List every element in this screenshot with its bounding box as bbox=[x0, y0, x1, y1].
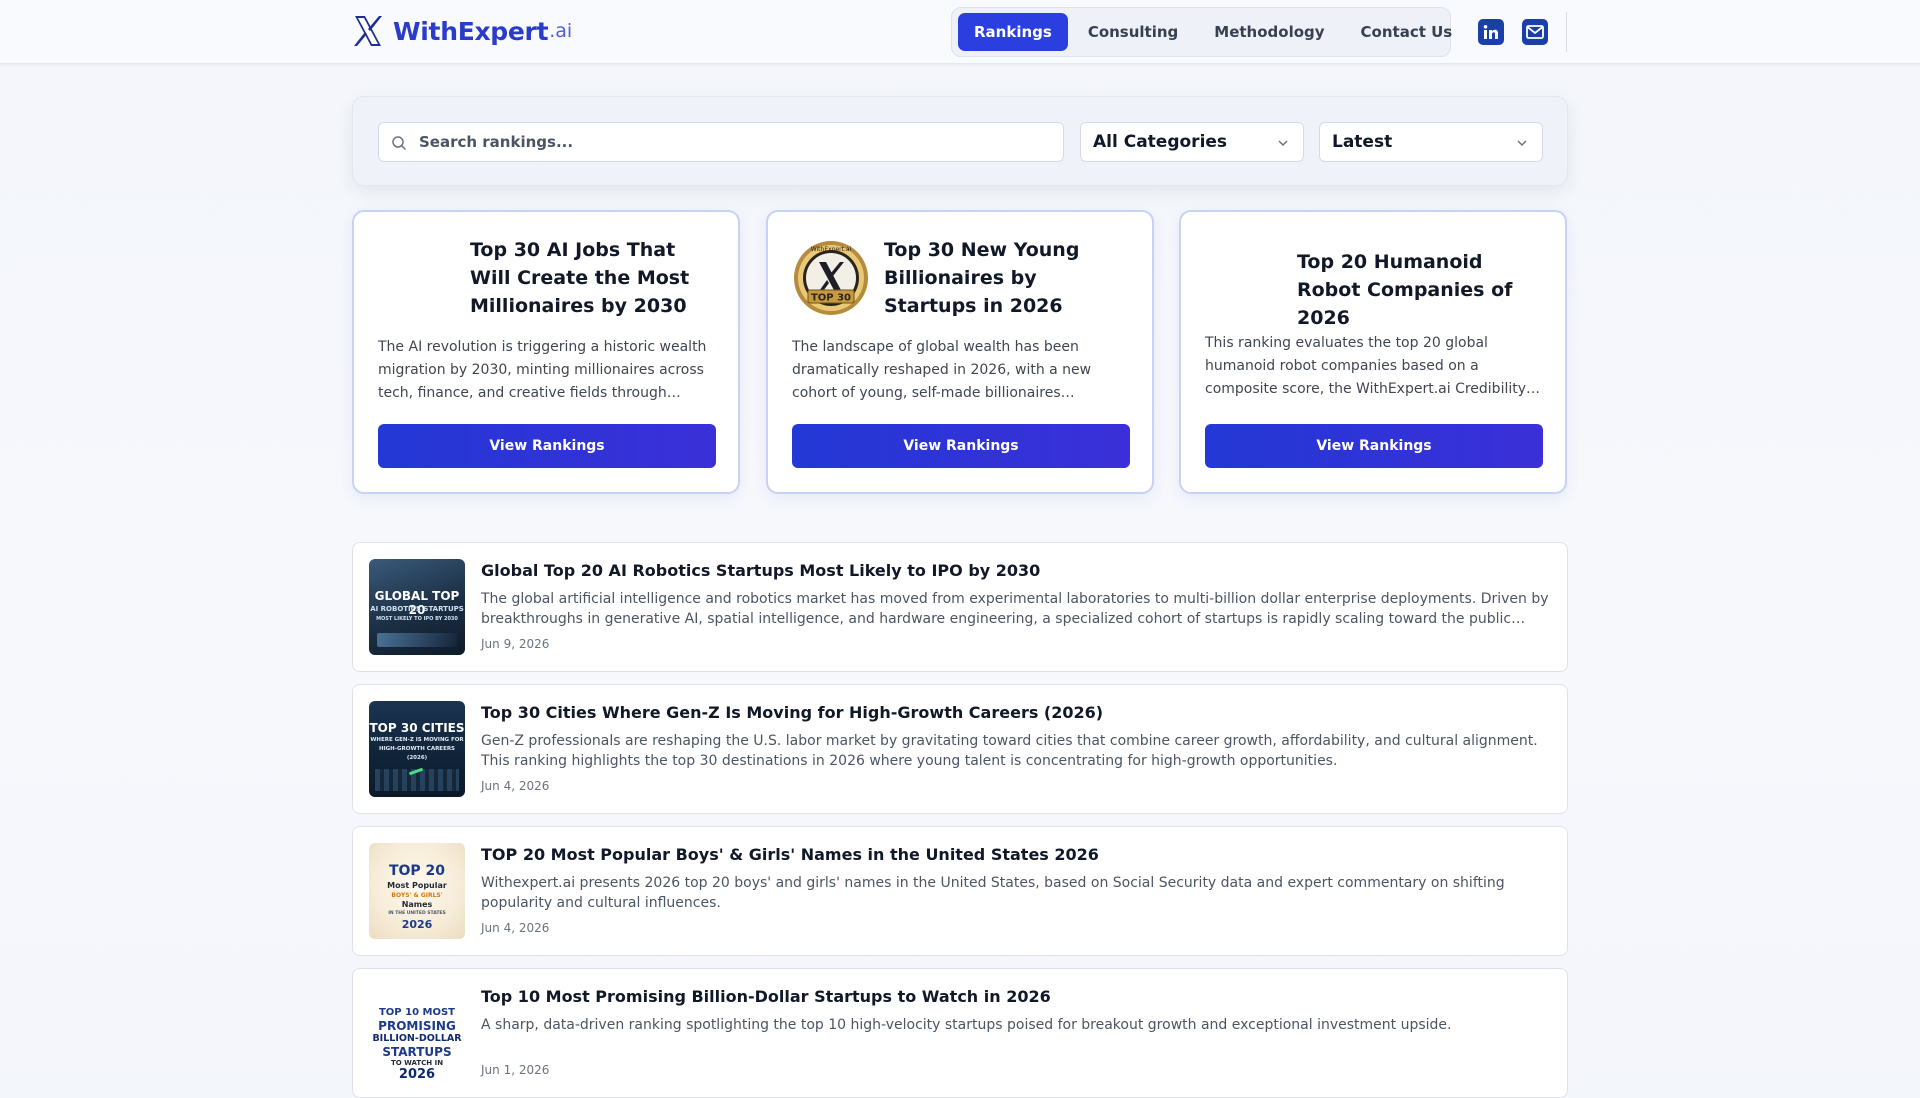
card-description: The AI revolution is triggering a histor… bbox=[378, 339, 707, 401]
view-rankings-button[interactable]: View Rankings bbox=[1205, 424, 1543, 468]
card-description: This ranking evaluates the top 20 global… bbox=[1205, 335, 1541, 397]
brand-suffix: .ai bbox=[549, 20, 573, 42]
thumb-line: AI ROBOTICS STARTUPS bbox=[370, 605, 464, 613]
card-title[interactable]: Top 30 New Young Billionaires by Startup… bbox=[884, 236, 1134, 320]
thumb-line: TOP 10 MOST bbox=[378, 1007, 455, 1018]
ranking-thumbnail: GLOBAL TOP 20 AI ROBOTICS STARTUPS MOST … bbox=[369, 559, 465, 655]
header-divider bbox=[1566, 12, 1567, 52]
ranking-description: Gen-Z professionals are reshaping the U.… bbox=[481, 733, 1538, 769]
thumb-line: BILLION-DOLLAR bbox=[372, 1033, 462, 1044]
mail-icon[interactable] bbox=[1522, 19, 1548, 45]
top30-badge-image: TOP 30 WithExpert.ai bbox=[794, 241, 868, 315]
search-box[interactable] bbox=[378, 122, 1064, 162]
ranking-date: Jun 1, 2026 bbox=[481, 1063, 550, 1077]
thumb-line: STARTUPS bbox=[382, 1045, 452, 1059]
nav-methodology[interactable]: Methodology bbox=[1196, 13, 1342, 51]
sort-select[interactable]: Latest bbox=[1319, 122, 1543, 162]
card-title[interactable]: Top 30 AI Jobs That Will Create the Most… bbox=[470, 236, 720, 320]
chevron-down-icon bbox=[1278, 140, 1288, 147]
list-item[interactable]: GLOBAL TOP 20 AI ROBOTICS STARTUPS MOST … bbox=[352, 542, 1568, 672]
search-icon bbox=[392, 136, 407, 151]
thumb-line: Most Popular bbox=[387, 881, 447, 890]
ranking-thumbnail: TOP 10 MOST PROMISING BILLION-DOLLAR STA… bbox=[369, 985, 465, 1081]
thumb-line: HIGH-GROWTH CAREERS bbox=[378, 746, 456, 752]
thumb-line: MOST LIKELY TO IPO BY 2030 bbox=[376, 616, 458, 622]
view-rankings-button[interactable]: View Rankings bbox=[378, 424, 716, 468]
nav-contact-us[interactable]: Contact Us bbox=[1343, 13, 1471, 51]
sort-select-value: Latest bbox=[1332, 132, 1393, 152]
ranking-title[interactable]: Top 10 Most Promising Billion-Dollar Sta… bbox=[481, 987, 1051, 1006]
thumb-line: 2026 bbox=[401, 918, 433, 931]
featured-card: TOP 30 WithExpert.ai Top 30 New Young Bi… bbox=[766, 210, 1154, 494]
brand-name: WithExpert bbox=[393, 16, 549, 46]
thumb-line: WHERE GEN-Z IS MOVING FOR bbox=[370, 737, 464, 743]
linkedin-icon[interactable] bbox=[1478, 19, 1504, 45]
featured-card: Top 30 AI Jobs That Will Create the Most… bbox=[352, 210, 740, 494]
badge-ring-text: WithExpert.ai bbox=[811, 246, 852, 253]
chevron-down-icon bbox=[1517, 140, 1527, 147]
ranking-title[interactable]: TOP 20 Most Popular Boys' & Girls' Names… bbox=[481, 845, 1099, 864]
ranking-thumbnail: TOP 20 Most Popular BOYS' & GIRLS' Names… bbox=[369, 843, 465, 939]
thumb-line: (2026) bbox=[406, 755, 428, 761]
thumb-line: PROMISING bbox=[378, 1019, 456, 1033]
category-select[interactable]: All Categories bbox=[1080, 122, 1304, 162]
nav-consulting[interactable]: Consulting bbox=[1070, 13, 1196, 51]
filter-panel: All Categories Latest bbox=[352, 96, 1568, 186]
thumb-line: TOP 30 CITIES bbox=[369, 721, 465, 735]
ranking-title[interactable]: Top 30 Cities Where Gen-Z Is Moving for … bbox=[481, 703, 1103, 722]
featured-card: Top 20 Humanoid Robot Companies of 2026 … bbox=[1179, 210, 1567, 494]
top-header: WithExpert .ai Rankings Consulting Metho… bbox=[0, 0, 1920, 64]
ranking-description: Withexpert.ai presents 2026 top 20 boys'… bbox=[481, 875, 1505, 911]
ranking-description: The global artificial intelligence and r… bbox=[481, 591, 1549, 627]
card-title[interactable]: Top 20 Humanoid Robot Companies of 2026 bbox=[1297, 248, 1547, 332]
ranking-date: Jun 4, 2026 bbox=[481, 779, 550, 793]
thumb-line: TO WATCH IN bbox=[390, 1059, 444, 1067]
main-nav: Rankings Consulting Methodology Contact … bbox=[951, 7, 1452, 57]
card-description: The landscape of global wealth has been … bbox=[792, 339, 1092, 401]
nav-rankings[interactable]: Rankings bbox=[958, 13, 1068, 51]
list-item[interactable]: TOP 10 MOST PROMISING BILLION-DOLLAR STA… bbox=[352, 968, 1568, 1098]
search-input[interactable] bbox=[419, 123, 1049, 161]
view-rankings-button[interactable]: View Rankings bbox=[792, 424, 1130, 468]
category-select-value: All Categories bbox=[1093, 132, 1228, 152]
thumb-line: BOYS' & GIRLS' bbox=[391, 892, 443, 899]
thumb-line: IN THE UNITED STATES bbox=[388, 911, 446, 916]
ranking-title[interactable]: Global Top 20 AI Robotics Startups Most … bbox=[481, 561, 1040, 580]
thumb-line: 2026 bbox=[398, 1067, 436, 1081]
ranking-thumbnail: TOP 30 CITIES WHERE GEN-Z IS MOVING FOR … bbox=[369, 701, 465, 797]
brand-logo[interactable]: WithExpert .ai bbox=[352, 13, 572, 49]
ranking-date: Jun 4, 2026 bbox=[481, 921, 550, 935]
thumb-line: Names bbox=[401, 900, 433, 909]
list-item[interactable]: TOP 20 Most Popular BOYS' & GIRLS' Names… bbox=[352, 826, 1568, 956]
ranking-description: A sharp, data-driven ranking spotlightin… bbox=[481, 1017, 1452, 1033]
list-item[interactable]: TOP 30 CITIES WHERE GEN-Z IS MOVING FOR … bbox=[352, 684, 1568, 814]
x-logo-icon bbox=[354, 16, 382, 46]
thumb-line: TOP 20 bbox=[388, 863, 446, 879]
ranking-date: Jun 9, 2026 bbox=[481, 637, 550, 651]
badge-text: TOP 30 bbox=[811, 293, 851, 304]
